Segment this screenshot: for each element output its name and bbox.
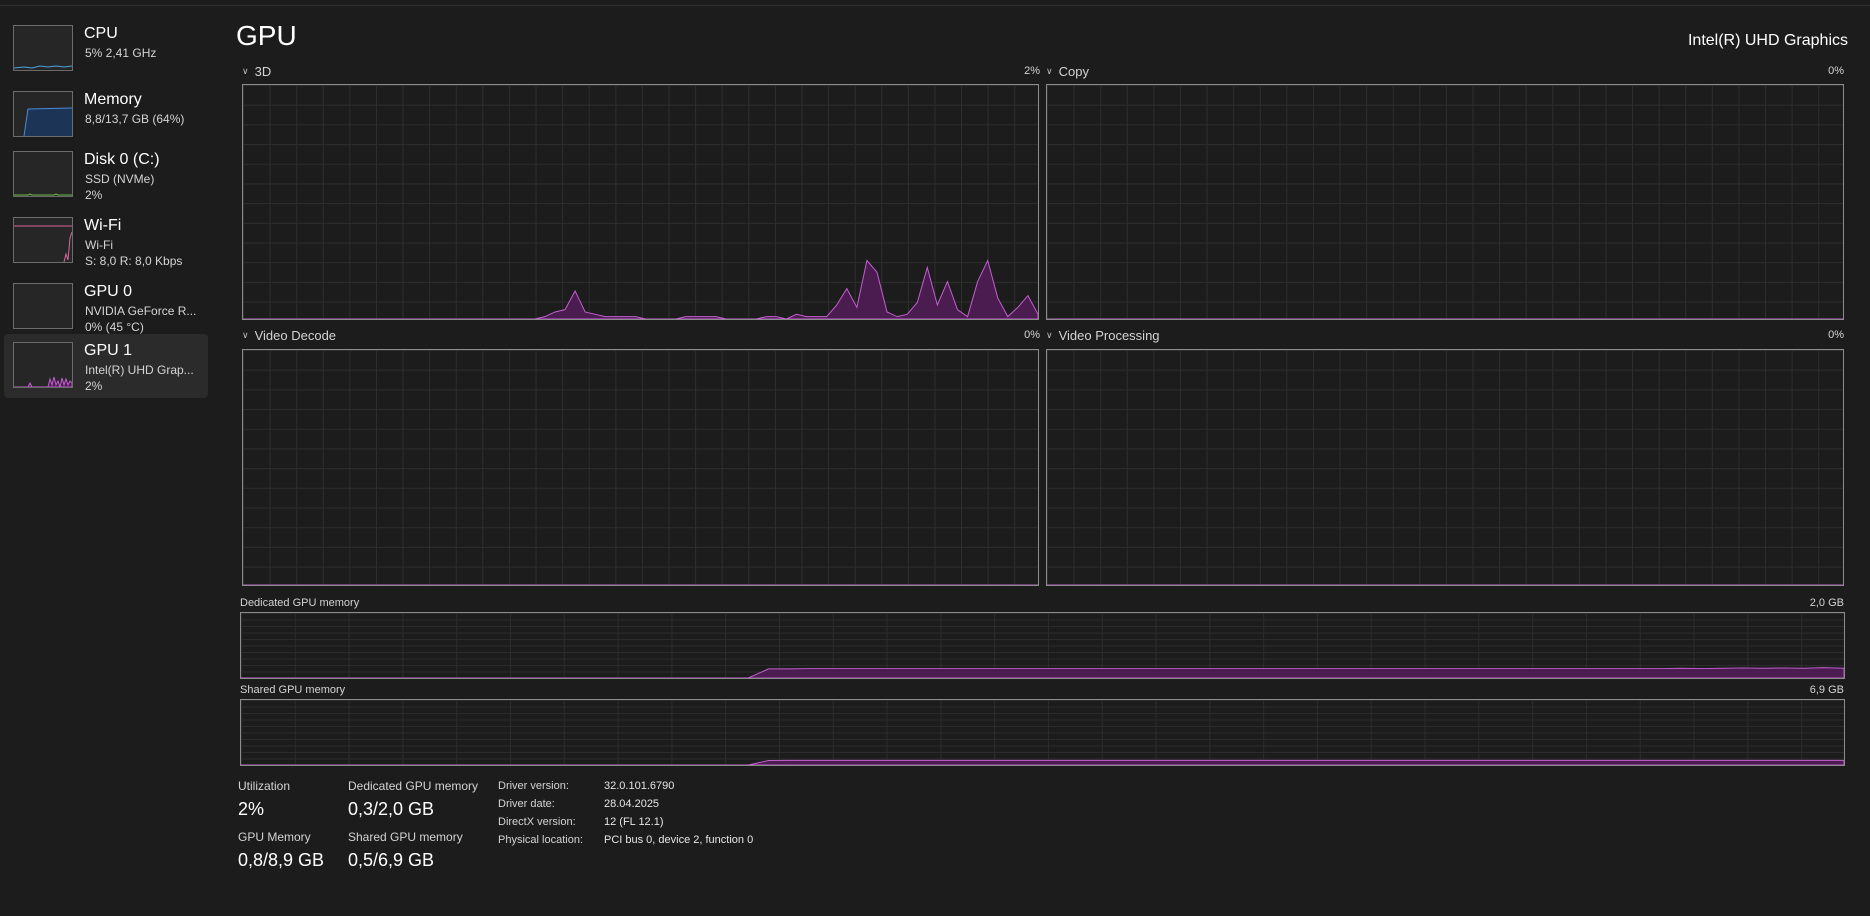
gpu-memory-label: GPU Memory: [238, 830, 311, 844]
engine-value: 0%: [1024, 329, 1040, 341]
chevron-down-icon: ∨: [242, 66, 249, 76]
wifi-thumbnail-graph: [13, 217, 73, 263]
shared-memory-label: Shared GPU memory: [348, 830, 463, 844]
sidebar-item-gpu0[interactable]: GPU 0 NVIDIA GeForce R... 0% (45 °C): [4, 275, 208, 339]
dedicated-memory-graph: [240, 612, 1845, 679]
directx-version-label: DirectX version:: [498, 816, 576, 828]
cpu-thumbnail-graph: [13, 25, 73, 71]
shared-memory-graph-label: Shared GPU memory: [240, 684, 346, 696]
dedicated-memory-graph-plot: [241, 667, 1844, 678]
chevron-down-icon: ∨: [1046, 330, 1053, 340]
physical-location-value: PCI bus 0, device 2, function 0: [604, 834, 754, 846]
gpu1-sparkline: [14, 376, 72, 387]
engine-value: 0%: [1828, 329, 1844, 341]
sidebar-item-detail: SSD (NVMe): [85, 172, 155, 186]
sidebar-item-detail: NVIDIA GeForce R...: [85, 304, 197, 318]
wifi-sparkline: [14, 225, 72, 262]
engine-graph-video-decode-plot: [243, 584, 1038, 585]
chevron-down-icon: ∨: [242, 330, 249, 340]
engine-graph-video-processing: [1046, 349, 1844, 586]
sidebar-item-title: GPU 0: [84, 283, 133, 300]
driver-version-label: Driver version:: [498, 780, 569, 792]
sidebar-item-usage: 0% (45 °C): [85, 320, 144, 334]
sidebar-item-title: Wi-Fi: [84, 217, 122, 234]
sidebar-item-detail: Wi-Fi: [85, 238, 113, 252]
engine-selector-video-processing[interactable]: ∨ Video Processing: [1046, 328, 1160, 343]
dedicated-memory-graph-label: Dedicated GPU memory: [240, 597, 360, 609]
utilization-label: Utilization: [238, 779, 291, 793]
page-title: GPU: [236, 20, 297, 51]
driver-version-value: 32.0.101.6790: [604, 780, 675, 792]
driver-date-label: Driver date:: [498, 798, 555, 810]
engine-graph-video-decode: [242, 349, 1039, 586]
shared-memory-graph-max: 6,9 GB: [1809, 684, 1844, 696]
shared-memory-value: 0,5/6,9 GB: [348, 850, 435, 870]
sidebar-item-title: Disk 0 (C:): [84, 151, 160, 168]
sidebar-item-detail: 5% 2,41 GHz: [85, 46, 157, 60]
physical-location-label: Physical location:: [498, 834, 583, 846]
driver-date-value: 28.04.2025: [604, 798, 660, 810]
sidebar-item-usage: 2%: [85, 188, 103, 202]
engine-label: 3D: [254, 64, 272, 79]
dedicated-memory-value: 0,3/2,0 GB: [348, 799, 435, 819]
gpu0-thumbnail-graph: [13, 283, 73, 329]
engine-graph-copy: [1046, 84, 1844, 320]
dedicated-memory-label: Dedicated GPU memory: [348, 779, 479, 793]
sidebar-item-wifi[interactable]: Wi-Fi Wi-Fi S: 8,0 R: 8,0 Kbps: [4, 209, 208, 273]
sidebar-item-title: GPU 1: [84, 342, 133, 359]
engine-label: Copy: [1058, 64, 1089, 79]
gpu-memory-value: 0,8/8,9 GB: [238, 850, 325, 870]
performance-sidebar: CPU 5% 2,41 GHz Memory 8,8/13,7 GB (64%)…: [0, 12, 215, 912]
engine-value: 0%: [1828, 65, 1844, 77]
engine-graph-video-processing-plot: [1047, 584, 1843, 585]
sidebar-item-cpu[interactable]: CPU 5% 2,41 GHz: [4, 17, 208, 81]
engine-selector-3d[interactable]: ∨ 3D: [242, 64, 271, 79]
shared-memory-series-area: [241, 759, 1844, 765]
memory-sparkline: [14, 107, 72, 136]
sidebar-item-memory[interactable]: Memory 8,8/13,7 GB (64%): [4, 83, 208, 147]
sidebar-item-disk0[interactable]: Disk 0 (C:) SSD (NVMe) 2%: [4, 143, 208, 207]
sidebar-item-title: Memory: [84, 91, 142, 108]
sidebar-item-detail: Intel(R) UHD Grap...: [85, 363, 194, 377]
chevron-down-icon: ∨: [1046, 66, 1053, 76]
engine-selector-copy[interactable]: ∨ Copy: [1046, 64, 1089, 79]
sidebar-item-usage: S: 8,0 R: 8,0 Kbps: [85, 254, 183, 268]
engine-value: 2%: [1024, 65, 1040, 77]
cpu-sparkline: [14, 65, 72, 69]
shared-memory-graph-plot: [241, 759, 1844, 765]
engine-graph-copy-plot: [1047, 318, 1843, 319]
engine-label: Video Decode: [254, 328, 337, 343]
engine-selector-video-decode[interactable]: ∨ Video Decode: [242, 328, 336, 343]
sidebar-item-title: CPU: [84, 25, 118, 42]
sidebar-item-gpu1[interactable]: GPU 1 Intel(R) UHD Grap... 2%: [4, 334, 208, 398]
directx-version-value: 12 (FL 12.1): [604, 816, 664, 828]
title-bar-divider: [0, 5, 1870, 6]
sidebar-item-detail: 8,8/13,7 GB (64%): [85, 112, 185, 126]
adapter-name: Intel(R) UHD Graphics: [1687, 32, 1848, 49]
gpu1-thumbnail-graph: [13, 342, 73, 388]
shared-memory-graph: [240, 699, 1845, 766]
utilization-value: 2%: [238, 799, 265, 819]
engine-graph-3d: [242, 84, 1039, 320]
dedicated-memory-series-area: [241, 667, 1844, 678]
disk-sparkline: [14, 193, 72, 196]
memory-thumbnail-graph: [13, 91, 73, 137]
sidebar-item-usage: 2%: [85, 379, 103, 393]
utilization-series-area: [243, 259, 1038, 319]
disk-thumbnail-graph: [13, 151, 73, 197]
engine-label: Video Processing: [1058, 328, 1160, 343]
dedicated-memory-graph-max: 2,0 GB: [1809, 597, 1844, 609]
engine-graph-3d-plot: [243, 259, 1038, 319]
